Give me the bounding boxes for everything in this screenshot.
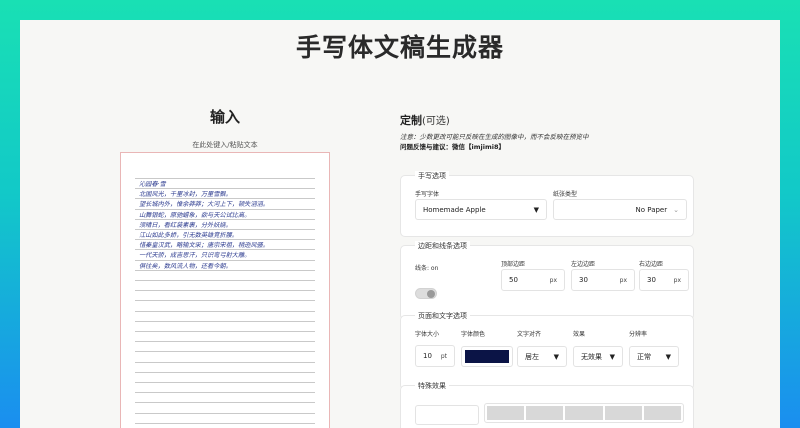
- unit-label: px: [673, 276, 681, 284]
- paper-value: No Paper: [635, 205, 668, 214]
- ruled-line: [135, 290, 315, 292]
- handwritten-line: 一代天骄，成吉思汗，只识弯弓射大雕。: [139, 252, 251, 260]
- text-input-paper[interactable]: 沁园春·雪北国风光，千里冰封，万里雪飘。望长城内外，惟余莽莽；大河上下，顿失滔滔…: [120, 152, 330, 428]
- page-text-options-panel: 页面和文字选项 字体大小 10 pt 字体颜色 文字对齐 居左 ▼ 效果 无效果…: [400, 311, 694, 390]
- ruled-line: [135, 361, 315, 363]
- resolution-value: 正常: [637, 352, 651, 361]
- font-color-label: 字体颜色: [461, 331, 486, 338]
- top-margin-label: 顶部边距: [501, 261, 526, 268]
- ruled-line: [135, 331, 315, 332]
- effect-label: 效果: [573, 331, 586, 338]
- panel-title: 手写选项: [415, 171, 449, 181]
- special-effects-panel: 特殊效果: [400, 381, 694, 428]
- feedback-text: 问题反馈与建议：微信【imjimi8】: [400, 143, 505, 151]
- chevron-down-icon: ⌄: [673, 205, 679, 214]
- resolution-select[interactable]: 正常 ▼: [629, 346, 679, 367]
- unit-label: px: [619, 276, 627, 284]
- ruled-line: [135, 310, 315, 312]
- handwriting-font-select[interactable]: Homemade Apple ▼: [415, 199, 547, 220]
- ruled-line: [135, 351, 315, 353]
- handwritten-line: 须晴日，看红装素裹，分外妖娆。: [139, 221, 232, 229]
- effect-value: 无效果: [581, 352, 602, 361]
- ruled-line: [135, 402, 315, 404]
- right-margin-value: 30: [647, 276, 656, 284]
- effect-option[interactable]: [643, 406, 682, 420]
- font-value: Homemade Apple: [423, 205, 486, 214]
- ruled-line: [135, 392, 315, 394]
- handwritten-line: 望长城内外，惟余莽莽；大河上下，顿失滔滔。: [139, 201, 269, 209]
- preview-note: 注意：少数更改可能只反映在生成的图像中，而不会反映在预览中: [400, 133, 589, 141]
- chevron-down-icon: ▼: [533, 205, 539, 214]
- unit-label: pt: [440, 352, 447, 360]
- ruled-line: [135, 382, 315, 383]
- page-title: 手写体文稿生成器: [295, 33, 504, 62]
- effect-option[interactable]: [526, 406, 564, 420]
- text-align-select[interactable]: 居左 ▼: [517, 346, 567, 367]
- app-page: 手写体文稿生成器 输入 在此处键入/粘贴文本 沁园春·雪北国风光，千里冰封，万里…: [20, 20, 780, 428]
- font-color-picker[interactable]: [461, 346, 513, 367]
- effect-option[interactable]: [565, 406, 603, 420]
- font-size-label: 字体大小: [415, 331, 440, 338]
- handwritten-line: 俱往矣，数风流人物，还看今朝。: [139, 262, 232, 270]
- paper-label: 纸张类型: [553, 191, 578, 198]
- ruled-line: [135, 371, 315, 373]
- text-align-value: 居左: [525, 352, 539, 361]
- settings-optional-label: (可选): [422, 116, 450, 127]
- left-margin-value: 30: [579, 276, 588, 284]
- font-size-input[interactable]: 10 pt: [415, 345, 455, 367]
- chevron-down-icon: ▼: [553, 352, 559, 361]
- margin-options-panel: 边距和线条选项 线条: on 顶部边距 50 px 左边边距 30 px 右边边…: [400, 241, 694, 320]
- handwritten-line: 沁园春·雪: [139, 181, 166, 188]
- ruled-line: [135, 341, 315, 343]
- ruled-line: [135, 280, 315, 281]
- settings-heading-label: 定制: [400, 114, 422, 127]
- ruled-line: [135, 178, 315, 179]
- chevron-down-icon: ▼: [665, 352, 671, 361]
- ruled-line: [135, 412, 315, 414]
- input-hint: 在此处键入/粘贴文本: [192, 141, 258, 149]
- font-label: 手写字体: [415, 191, 440, 198]
- handwritten-line: 北国风光，千里冰封，万里雪飘。: [139, 191, 232, 199]
- right-margin-input[interactable]: 30 px: [639, 269, 689, 291]
- right-margin-label: 右边边距: [639, 261, 664, 268]
- chevron-down-icon: ▼: [609, 352, 615, 361]
- handwritten-line: 江山如此多娇，引无数英雄竞折腰。: [139, 232, 238, 239]
- color-swatch: [465, 350, 509, 363]
- panel-title: 页面和文字选项: [415, 311, 470, 321]
- font-size-value: 10: [423, 352, 432, 360]
- left-margin-label: 左边边距: [571, 261, 596, 268]
- text-align-label: 文字对齐: [517, 331, 542, 338]
- paper-type-select[interactable]: No Paper ⌄: [553, 199, 687, 220]
- settings-heading: 定制(可选): [400, 112, 450, 128]
- special-effect-input[interactable]: [415, 405, 479, 425]
- top-margin-input[interactable]: 50 px: [501, 269, 565, 291]
- toggle-knob: [427, 290, 435, 298]
- resolution-label: 分辨率: [629, 331, 648, 338]
- handwriting-options-panel: 手写选项 手写字体 Homemade Apple ▼ 纸张类型 No Paper…: [400, 171, 694, 237]
- left-margin-input[interactable]: 30 px: [571, 269, 635, 291]
- ruled-line: [135, 422, 315, 424]
- effect-select[interactable]: 无效果 ▼: [573, 346, 623, 367]
- lines-toggle-label: 线条: on: [415, 265, 439, 272]
- lines-toggle[interactable]: [415, 288, 437, 299]
- effect-option[interactable]: [604, 406, 642, 420]
- handwritten-line: 山舞银蛇，原驰蜡象，欲与天公试比高。: [139, 211, 251, 219]
- top-margin-value: 50: [509, 276, 518, 284]
- panel-title: 边距和线条选项: [415, 241, 470, 251]
- handwritten-line: 惜秦皇汉武，略输文采；唐宗宋祖，稍逊风骚。: [139, 242, 269, 250]
- effect-option[interactable]: [487, 406, 525, 420]
- panel-title: 特殊效果: [415, 381, 449, 391]
- special-effect-options[interactable]: [484, 403, 684, 423]
- ruled-line: [135, 300, 315, 302]
- ruled-line: [135, 320, 315, 322]
- input-heading: 输入: [209, 108, 240, 126]
- unit-label: px: [549, 276, 557, 284]
